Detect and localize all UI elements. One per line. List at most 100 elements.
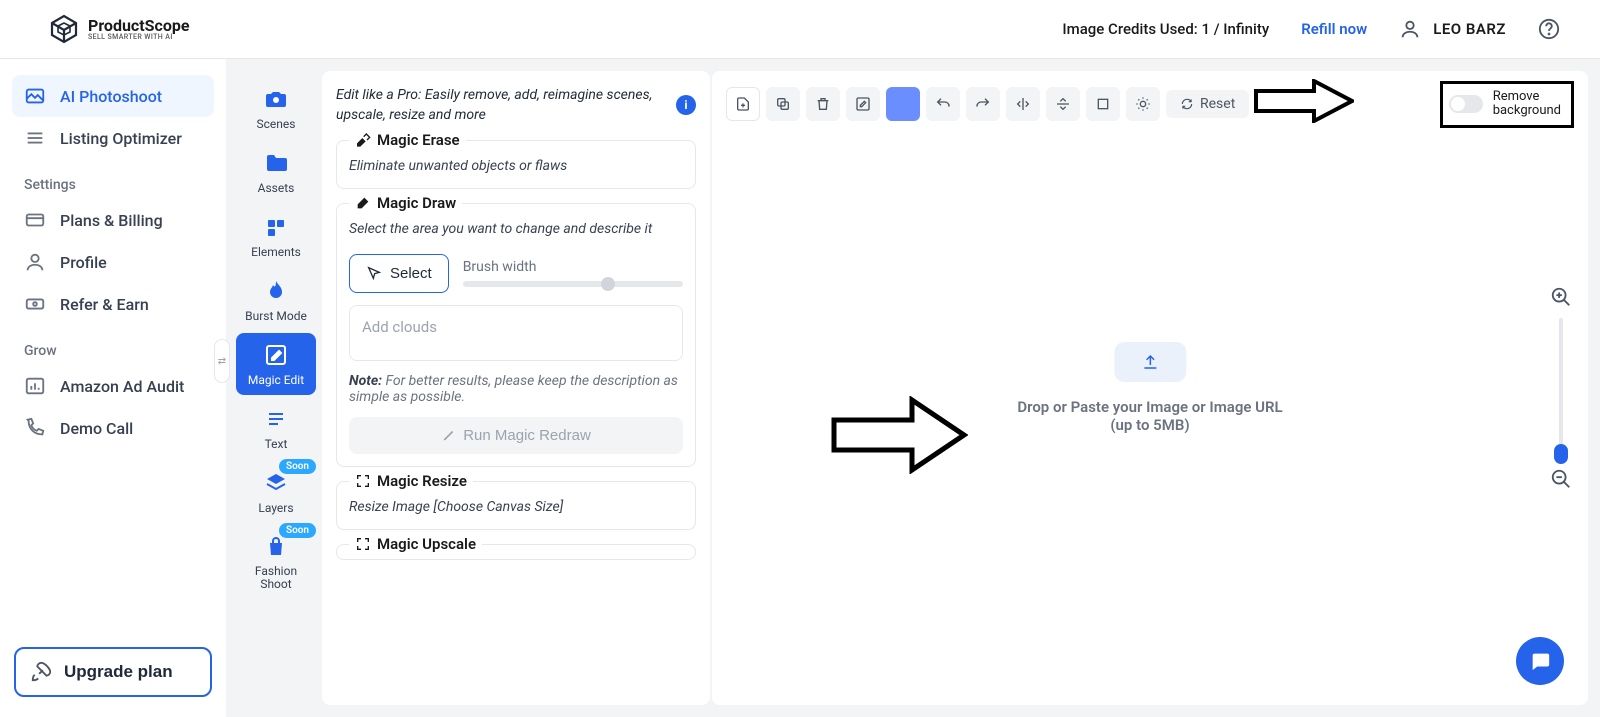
zoom-slider[interactable] [1559,318,1563,458]
drop-text-2: (up to 5MB) [1017,416,1282,434]
nav-profile[interactable]: Profile [12,241,214,283]
expand-icon [355,536,371,552]
flip-vertical-button[interactable] [1046,87,1080,121]
fire-icon [264,279,288,303]
tool-fashion-shoot[interactable]: Soon Fashion Shoot [236,525,316,599]
magic-upscale-card[interactable]: Magic Upscale [336,544,696,560]
redo-button[interactable] [966,87,1000,121]
annotation-arrow-right [830,396,968,474]
nav-ai-photoshoot[interactable]: AI Photoshoot [12,75,214,117]
magic-erase-card[interactable]: Magic Erase Eliminate unwanted objects o… [336,140,696,190]
brush-width-slider[interactable] [463,281,683,287]
magic-edit-panel: Edit like a Pro: Easily remove, add, rei… [322,71,710,705]
expand-icon [355,473,371,489]
magic-resize-card[interactable]: Magic Resize Resize Image [Choose Canvas… [336,481,696,531]
tool-assets[interactable]: Assets [236,141,316,203]
tool-scenes[interactable]: Scenes [236,77,316,139]
crop-button[interactable] [1086,87,1120,121]
panel-intro: Edit like a Pro: Easily remove, add, rei… [336,85,668,126]
run-magic-redraw-button[interactable]: Run Magic Redraw [349,417,683,454]
toggle-switch[interactable] [1449,95,1483,113]
color-button[interactable] [886,87,920,121]
add-page-button[interactable] [726,87,760,121]
refill-link[interactable]: Refill now [1301,20,1367,38]
nav-refer-earn[interactable]: Refer & Earn [12,283,214,325]
canvas-area: Reset Removebackground Drop or Paste [710,59,1600,717]
folder-icon [264,151,288,175]
note-text: Note: For better results, please keep th… [349,373,683,405]
user-menu[interactable]: LEO BARZ [1399,18,1506,40]
tool-burst-mode[interactable]: Burst Mode [236,269,316,331]
collapse-sidebar-button[interactable]: ⇄ [214,339,230,383]
tool-layers[interactable]: Soon Layers [236,461,316,523]
brightness-button[interactable] [1126,87,1160,121]
section-settings: Settings [12,159,214,199]
refresh-icon [1180,97,1194,111]
logo-title: ProductScope [88,18,190,34]
trash-icon [815,96,831,112]
section-grow: Grow [12,325,214,365]
sun-icon [1135,96,1151,112]
camera-icon [264,87,288,111]
annotation-arrow-right [1254,79,1354,123]
zoom-out-button[interactable] [1550,468,1572,490]
layers-icon [264,471,288,495]
crop-icon [1095,96,1111,112]
remove-background-toggle[interactable]: Removebackground [1440,81,1574,128]
magic-draw-card: Magic Draw Select the area you want to c… [336,203,696,467]
edit-button[interactable] [846,87,880,121]
nav-listing-optimizer[interactable]: Listing Optimizer [12,117,214,159]
pencil-icon [855,96,871,112]
text-icon [264,407,288,431]
upload-icon [1141,353,1159,371]
reset-button[interactable]: Reset [1166,90,1249,118]
drop-text-1: Drop or Paste your Image or Image URL [1017,398,1282,416]
nav-label: AI Photoshoot [60,87,162,106]
left-sidebar: AI Photoshoot Listing Optimizer Settings… [0,59,226,717]
drop-zone[interactable]: Drop or Paste your Image or Image URL (u… [1017,342,1282,434]
nav-amazon-ad-audit[interactable]: Amazon Ad Audit [12,365,214,407]
nav-label: Profile [60,253,107,272]
upgrade-plan-button[interactable]: Upgrade plan [14,647,212,697]
select-area-button[interactable]: Select [349,254,449,293]
upload-button[interactable] [1114,342,1186,382]
tool-elements[interactable]: Elements [236,205,316,267]
nav-label: Amazon Ad Audit [60,377,184,396]
user-name: LEO BARZ [1433,20,1506,38]
nav-plans-billing[interactable]: Plans & Billing [12,199,214,241]
nav-label: Listing Optimizer [60,129,182,148]
help-icon[interactable] [1538,18,1560,40]
undo-icon [935,96,951,112]
soon-badge: Soon [279,459,316,474]
zoom-in-button[interactable] [1550,286,1572,308]
logo-subtitle: SELL SMARTER WITH AI [88,34,190,41]
user-icon [1399,18,1421,40]
card-desc: Select the area you want to change and d… [349,220,683,240]
brush-icon [355,195,371,211]
upgrade-label: Upgrade plan [64,662,173,682]
delete-button[interactable] [806,87,840,121]
nav-demo-call[interactable]: Demo Call [12,407,214,449]
chat-fab[interactable] [1516,637,1564,685]
bag-icon [264,535,288,559]
money-icon [24,293,46,315]
shapes-icon [264,215,288,239]
tool-magic-edit[interactable]: Magic Edit [236,333,316,395]
chat-icon [1529,650,1551,672]
tool-text[interactable]: Text [236,397,316,459]
copy-button[interactable] [766,87,800,121]
logo[interactable]: ProductScope SELL SMARTER WITH AI [48,13,190,45]
edit-icon [264,343,288,367]
card-icon [24,209,46,231]
image-icon [24,85,46,107]
flip-horizontal-button[interactable] [1006,87,1040,121]
pointer-icon [366,265,382,281]
prompt-input[interactable]: Add clouds [349,305,683,361]
phone-icon [24,417,46,439]
flip-h-icon [1015,96,1031,112]
file-plus-icon [735,96,751,112]
undo-button[interactable] [926,87,960,121]
soon-badge: Soon [279,523,316,538]
info-icon[interactable]: i [676,95,696,115]
flip-v-icon [1055,96,1071,112]
